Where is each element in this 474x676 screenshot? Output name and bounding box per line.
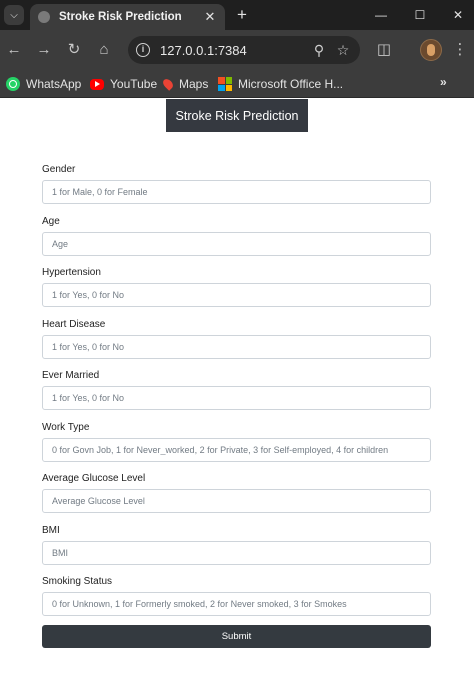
heart-disease-input[interactable] [42, 334, 431, 359]
bookmark-microsoft-office[interactable]: Microsoft Office H... [218, 75, 343, 93]
minimize-icon[interactable]: — [371, 5, 391, 25]
extensions-icon[interactable]: ◫ [374, 40, 394, 60]
forward-arrow-icon[interactable]: → [34, 40, 54, 60]
ever-married-input[interactable] [42, 386, 431, 410]
ever-married-label: Ever Married [42, 370, 100, 381]
age-input[interactable] [42, 231, 431, 256]
smoking-status-label: Smoking Status [42, 576, 113, 587]
bookmark-label: YouTube [110, 77, 158, 91]
age-label: Age [42, 215, 60, 227]
tab-strip: ⌵ Stroke Risk Prediction ✕ + — ☐ ✕ [0, 0, 474, 30]
bookmarks-bar: WhatsApp YouTube Maps Microsoft Office H… [0, 70, 474, 98]
maximize-icon[interactable]: ☐ [410, 5, 430, 25]
field-average-glucose-level: Average Glucose Level [42, 473, 431, 525]
close-icon[interactable]: ✕ [203, 9, 217, 25]
work-type-input[interactable] [42, 437, 431, 462]
reload-icon[interactable]: ↻ [64, 40, 84, 60]
window-close-icon[interactable]: ✕ [448, 5, 468, 25]
bookmarks-overflow-icon[interactable]: » [440, 75, 447, 89]
bookmark-maps[interactable]: Maps [161, 75, 209, 93]
prediction-form: Gender Age Hypertension Heart Disease Ev… [42, 164, 431, 628]
new-tab-button[interactable]: + [232, 5, 252, 25]
address-bar[interactable]: i 127.0.0.1:7384 ⚲ ☆ [128, 36, 360, 64]
field-age: Age [42, 216, 431, 268]
tab-search-button[interactable]: ⌵ [4, 5, 24, 25]
site-info-icon[interactable]: i [136, 43, 150, 57]
field-bmi: BMI [42, 525, 431, 577]
maps-icon [161, 77, 175, 91]
tab-active[interactable]: Stroke Risk Prediction ✕ [30, 4, 225, 30]
bookmark-label: Maps [179, 77, 209, 91]
chevron-down-icon: ⌵ [10, 9, 18, 21]
heart-disease-label: Heart Disease [42, 318, 106, 330]
field-hypertension: Hypertension [42, 267, 431, 319]
browser-toolbar: ← → ↻ ⌂ i 127.0.0.1:7384 ⚲ ☆ ◫ ⋮ [0, 30, 474, 70]
bmi-input[interactable] [42, 540, 431, 565]
average-glucose-level-input[interactable] [42, 489, 431, 513]
bookmark-whatsapp[interactable]: WhatsApp [6, 75, 81, 93]
work-type-label: Work Type [42, 421, 90, 433]
bookmark-star-icon[interactable]: ☆ [334, 42, 352, 59]
url-text[interactable]: 127.0.0.1:7384 [160, 43, 304, 58]
bookmark-label: Microsoft Office H... [238, 77, 344, 91]
zoom-icon[interactable]: ⚲ [310, 42, 328, 59]
bookmark-label: WhatsApp [26, 77, 82, 91]
home-icon[interactable]: ⌂ [94, 40, 114, 60]
bmi-label: BMI [42, 524, 60, 536]
gender-input[interactable] [42, 180, 431, 204]
page-title: Stroke Risk Prediction [166, 99, 308, 132]
smoking-status-input[interactable] [42, 592, 431, 616]
bookmark-youtube[interactable]: YouTube [90, 75, 157, 93]
back-arrow-icon[interactable]: ← [4, 40, 24, 60]
tab-title: Stroke Risk Prediction [59, 11, 182, 23]
profile-avatar[interactable] [420, 39, 442, 61]
whatsapp-icon [6, 77, 20, 91]
average-glucose-level-label: Average Glucose Level [42, 473, 146, 484]
hypertension-input[interactable] [42, 283, 431, 307]
field-ever-married: Ever Married [42, 370, 431, 422]
gender-label: Gender [42, 164, 76, 175]
menu-dots-icon[interactable]: ⋮ [450, 40, 470, 60]
field-gender: Gender [42, 164, 431, 216]
globe-icon [38, 11, 50, 23]
microsoft-office-icon [218, 77, 232, 91]
field-work-type: Work Type [42, 422, 431, 474]
submit-button[interactable]: Submit [42, 625, 431, 648]
field-smoking-status: Smoking Status [42, 576, 431, 628]
hypertension-label: Hypertension [42, 267, 101, 278]
youtube-icon [90, 78, 104, 90]
field-heart-disease: Heart Disease [42, 319, 431, 371]
